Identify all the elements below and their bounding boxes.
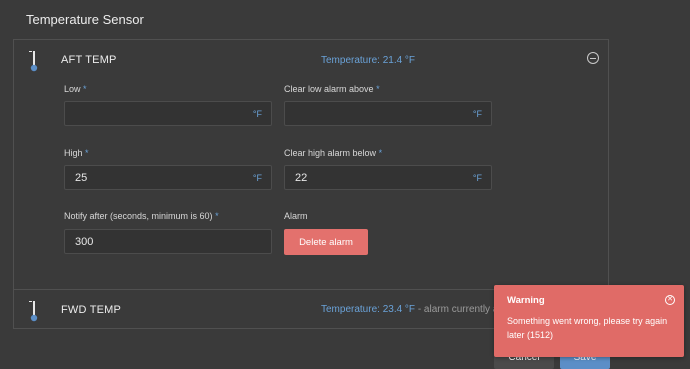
close-icon[interactable]: ✕ — [665, 295, 675, 305]
warning-toast: Warning ✕ Something went wrong, please t… — [494, 285, 684, 357]
sensor-temperature: Temperature: 23.4 °F - alarm currently a… — [321, 304, 509, 315]
notify-input[interactable]: 300 — [64, 229, 272, 254]
clear-high-input[interactable]: 22 °F — [284, 165, 492, 190]
clear-low-label: Clear low alarm above * — [284, 84, 380, 94]
toast-title: Warning — [507, 295, 545, 306]
low-input[interactable]: °F — [64, 101, 272, 126]
high-label: High * — [64, 148, 89, 158]
high-input[interactable]: 25 °F — [64, 165, 272, 190]
unit-label: °F — [252, 109, 262, 119]
unit-label: °F — [472, 109, 482, 119]
toast-message: Something went wrong, please try again l… — [507, 316, 668, 340]
sensor-header-aft[interactable]: AFT TEMP Temperature: 21.4 °F — [14, 40, 608, 84]
page-title: Temperature Sensor — [26, 12, 144, 27]
collapse-icon[interactable] — [587, 52, 599, 64]
sensor-temperature: Temperature: 21.4 °F — [321, 55, 416, 66]
unit-label: °F — [472, 173, 482, 183]
notify-label: Notify after (seconds, minimum is 60) * — [64, 211, 219, 221]
sensor-name: FWD TEMP — [61, 304, 122, 316]
unit-label: °F — [252, 173, 262, 183]
sensor-name: AFT TEMP — [61, 54, 117, 66]
alarm-label: Alarm — [284, 211, 308, 221]
clear-low-input[interactable]: °F — [284, 101, 492, 126]
clear-high-label: Clear high alarm below * — [284, 148, 383, 158]
thermometer-icon — [29, 301, 38, 322]
delete-alarm-button[interactable]: Delete alarm — [284, 229, 368, 255]
low-label: Low * — [64, 84, 87, 94]
thermometer-icon — [29, 51, 38, 72]
